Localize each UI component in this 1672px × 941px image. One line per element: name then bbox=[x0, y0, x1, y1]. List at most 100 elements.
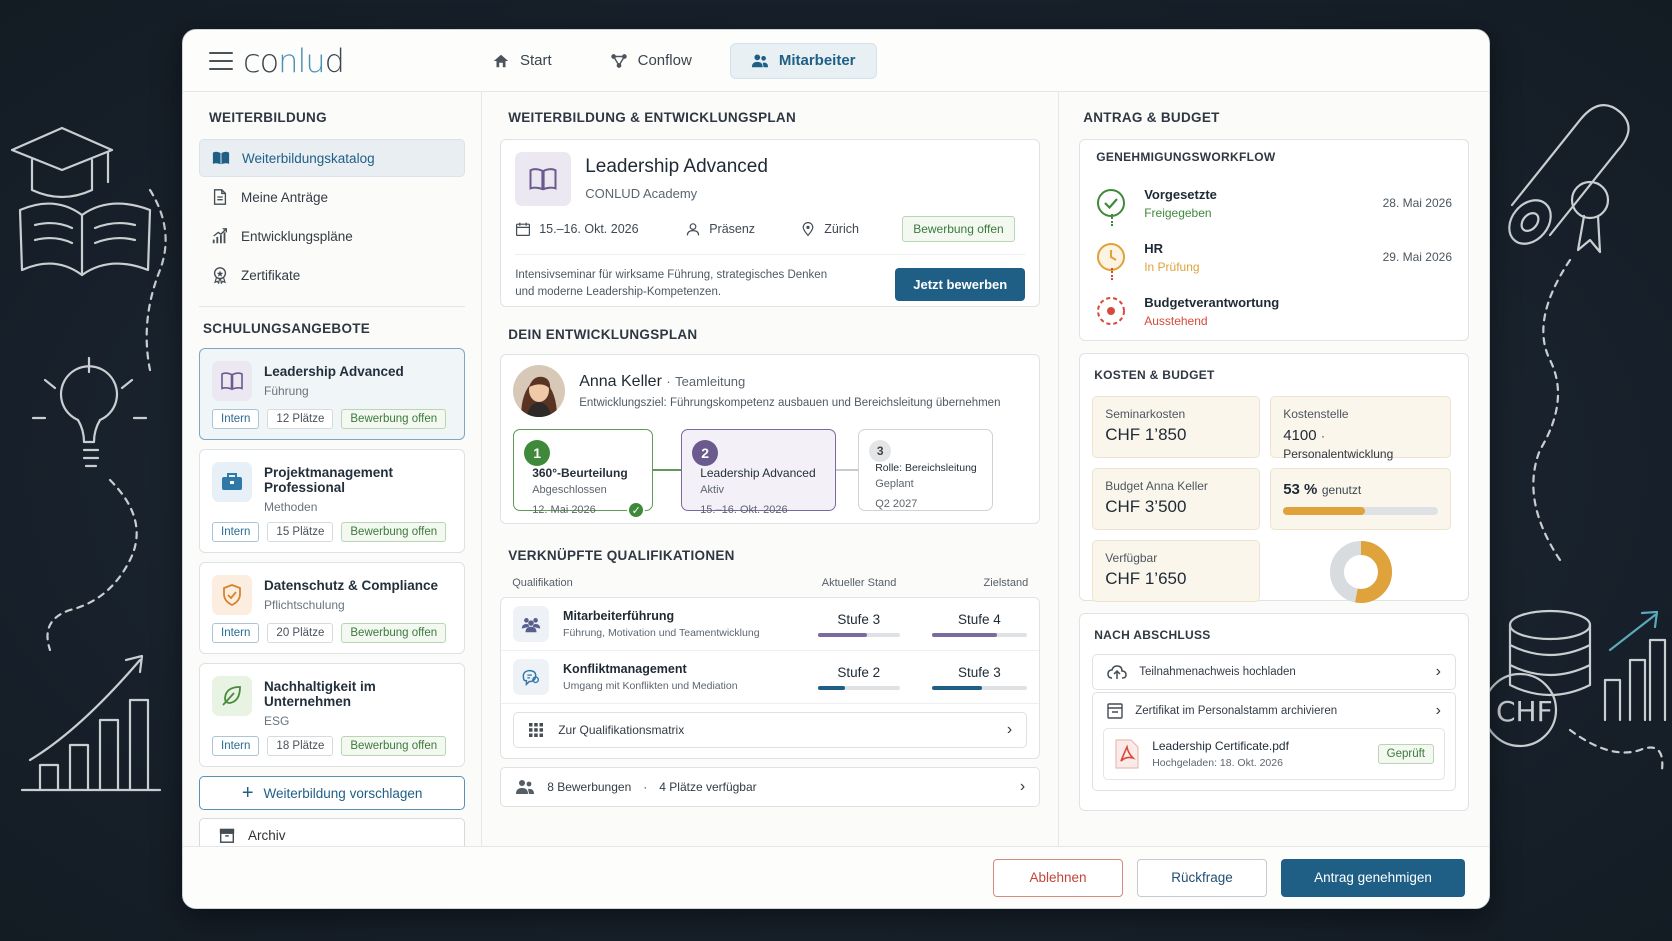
document-icon bbox=[213, 189, 227, 205]
hamburger-menu-icon[interactable] bbox=[209, 51, 233, 70]
cost-center-box: Kostenstelle 4100 · Personalentwicklung bbox=[1270, 396, 1452, 461]
after-heading: NACH ABSCHLUSS bbox=[1094, 628, 1211, 642]
nav-tab-mitarbeiter[interactable]: Mitarbeiter bbox=[729, 42, 877, 79]
step-date: 12. Mai 2026 bbox=[532, 504, 596, 516]
course-title: Leadership Advanced bbox=[264, 364, 404, 379]
approve-button[interactable]: Antrag genehmigen bbox=[1281, 858, 1465, 897]
check-circle-icon: ✓ bbox=[627, 501, 646, 519]
step-status: Abgeschlossen bbox=[532, 484, 607, 496]
certificate-file-row[interactable]: Leadership Certificate.pdf Hochgeladen: 1… bbox=[1103, 728, 1445, 780]
step-status: Aktiv bbox=[700, 484, 725, 496]
top-bar: conlud Start Conflow Mitarbeiter bbox=[183, 30, 1489, 92]
employee-budget-box: Budget Anna Keller CHF 3’500 bbox=[1092, 468, 1261, 530]
course-category: Führung bbox=[264, 384, 309, 398]
pdf-icon bbox=[1115, 739, 1139, 769]
course-card-leadership[interactable]: Leadership Advanced Führung Intern 12 Plät… bbox=[199, 348, 466, 440]
table-row[interactable]: Konfliktmanagement Umgang mit Konflikten … bbox=[501, 651, 1040, 704]
briefcase-icon bbox=[212, 462, 252, 502]
file-name: Leadership Certificate.pdf bbox=[1152, 739, 1289, 753]
step-number: 3 bbox=[869, 440, 892, 462]
person-name: Anna Keller bbox=[579, 373, 662, 390]
avatar bbox=[513, 365, 566, 417]
step-number: 1 bbox=[524, 440, 551, 466]
qualifications-table: Mitarbeiterführung Führung, Motivation un… bbox=[500, 597, 1041, 759]
app-window: conlud Start Conflow Mitarbeiter WEITERB… bbox=[182, 29, 1490, 909]
chf-coin-label: CHF bbox=[1496, 695, 1553, 728]
qualifications-header: Qualifikation Aktueller Stand Zielstand bbox=[512, 577, 1029, 589]
workflow-heading: GENEHMIGUNGSWORKFLOW bbox=[1096, 150, 1276, 164]
plus-icon: + bbox=[241, 782, 254, 804]
suggest-training-button[interactable]: + Weiterbildung vorschlagen bbox=[199, 776, 466, 810]
grid-icon bbox=[529, 723, 544, 737]
right-panel: ANTRAG & BUDGET GENEHMIGUNGSWORKFLOW Vor… bbox=[1059, 92, 1489, 848]
role-separator: · bbox=[666, 374, 671, 389]
archive-certificate-link[interactable]: Zertifikat im Personalstamm archivieren … bbox=[1092, 692, 1456, 728]
course-card-projektmanagement[interactable]: Projektmanagement Professional Methoden I… bbox=[199, 449, 466, 553]
available-budget-box: Verfügbar CHF 1’650 bbox=[1092, 540, 1261, 602]
sidebar-divider bbox=[199, 306, 466, 307]
sidebar-item-meine-antraege[interactable]: Meine Anträge bbox=[199, 178, 465, 216]
apply-now-button[interactable]: Jetzt bewerben bbox=[895, 267, 1026, 301]
course-card-datenschutz[interactable]: Datenschutz & Compliance Pflichtschulung … bbox=[199, 562, 466, 654]
featured-status-badge: Bewerbung offen bbox=[902, 216, 1015, 242]
chalk-decorations-right: CHF bbox=[1490, 104, 1667, 772]
separator-dot: · bbox=[643, 780, 648, 794]
tag-status: Bewerbung offen bbox=[341, 736, 447, 756]
flow-icon bbox=[610, 53, 627, 68]
chevron-right-icon: › bbox=[1435, 701, 1441, 719]
plan-heading: DEIN ENTWICKLUNGSPLAN bbox=[508, 327, 698, 342]
nav-tab-conflow[interactable]: Conflow bbox=[590, 43, 712, 79]
course-card-nachhaltigkeit[interactable]: Nachhaltigkeit im Unternehmen ESG Intern 1… bbox=[199, 663, 466, 767]
graduation-cap-icon bbox=[10, 126, 114, 199]
seminar-cost-box: Seminarkosten CHF 1’850 bbox=[1092, 396, 1261, 458]
step-title: Leadership Advanced bbox=[700, 466, 816, 480]
step-title: Rolle: Bereichsleitung bbox=[875, 462, 977, 474]
leaf-icon bbox=[212, 676, 252, 716]
query-button[interactable]: Rückfrage bbox=[1137, 858, 1267, 897]
tag-places: 15 Plätze bbox=[267, 522, 334, 542]
plan-step-3[interactable]: 3 Rolle: Bereichsleitung Geplant Q2 2027 bbox=[858, 429, 994, 511]
plan-steps: 1 360°-Beurteilung Abgeschlossen 12. Mai… bbox=[513, 429, 1027, 519]
step-title: 360°-Beurteilung bbox=[532, 466, 628, 480]
table-row[interactable]: Mitarbeiterführung Führung, Motivation un… bbox=[501, 598, 1040, 651]
sidebar-item-weiterbildungskatalog[interactable]: Weiterbildungskatalog bbox=[199, 139, 466, 177]
approval-workflow-card: GENEHMIGUNGSWORKFLOW Vorgesetzte Freigege… bbox=[1079, 139, 1469, 341]
team-icon bbox=[513, 606, 550, 642]
tag-places: 18 Plätze bbox=[267, 736, 334, 756]
tag-places: 12 Plätze bbox=[267, 409, 334, 429]
sidebar-item-zertifikate[interactable]: Zertifikate bbox=[199, 256, 465, 294]
plan-step-2[interactable]: 2 Leadership Advanced Aktiv 15.–16. Okt.… bbox=[681, 429, 837, 516]
cost-budget-card: KOSTEN & BUDGET Seminarkosten CHF 1’850 K… bbox=[1079, 353, 1469, 604]
conlud-logo[interactable]: conlud bbox=[243, 42, 345, 80]
applications-summary-link[interactable]: 8 Bewerbungen · 4 Plätze verfügbar › bbox=[500, 767, 1041, 807]
reject-button[interactable]: Ablehnen bbox=[993, 858, 1123, 897]
chevron-right-icon: › bbox=[1006, 721, 1013, 738]
sidebar-item-entwicklungsplaene[interactable]: Entwicklungspläne bbox=[199, 217, 465, 255]
budget-usage-box: 53 % genutzt bbox=[1270, 468, 1452, 530]
qualification-matrix-link[interactable]: Zur Qualifikationsmatrix › bbox=[513, 712, 1028, 748]
current-level-bar bbox=[817, 632, 900, 637]
main-panel: WEITERBILDUNG & ENTWICKLUNGSPLAN Leaders… bbox=[482, 92, 1060, 848]
person-icon bbox=[686, 223, 700, 236]
step-connector bbox=[653, 469, 682, 471]
chart-icon bbox=[212, 228, 227, 244]
right-heading: ANTRAG & BUDGET bbox=[1083, 110, 1220, 125]
workflow-step-hr: HR In Prüfung 29. Mai 2026 bbox=[1096, 230, 1452, 284]
budget-usage-bar bbox=[1283, 507, 1439, 515]
tag-status: Bewerbung offen bbox=[341, 409, 447, 429]
main-nav: Start Conflow Mitarbeiter bbox=[472, 42, 877, 79]
tag-intern: Intern bbox=[212, 736, 260, 756]
workflow-step-budget: Budgetverantwortung Ausstehend bbox=[1096, 284, 1452, 338]
book-icon bbox=[212, 151, 230, 165]
featured-mode: Präsenz bbox=[685, 221, 800, 237]
nav-tab-start[interactable]: Start bbox=[472, 43, 572, 79]
plan-step-1[interactable]: 1 360°-Beurteilung Abgeschlossen 12. Mai… bbox=[513, 429, 654, 519]
development-plan-card: Anna Keller · Teamleitung Entwicklungszi… bbox=[500, 354, 1041, 524]
upload-certificate-link[interactable]: Teilnahmenachweis hochladen › bbox=[1092, 654, 1456, 690]
budget-donut-chart bbox=[1270, 540, 1451, 604]
archive-icon bbox=[1107, 702, 1123, 719]
chevron-right-icon: › bbox=[1435, 663, 1441, 680]
book-icon bbox=[515, 152, 572, 206]
target-level-bar bbox=[931, 632, 1028, 637]
courses-heading: SCHULUNGSANGEBOTE bbox=[203, 321, 371, 336]
